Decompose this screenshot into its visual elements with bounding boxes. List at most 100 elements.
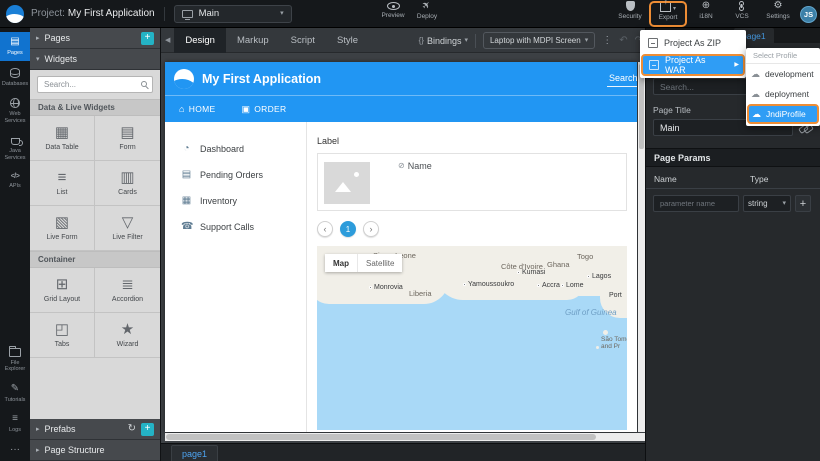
submenu-item-deployment[interactable]: ☁ deployment [746,84,820,104]
wavemaker-logo-icon[interactable] [6,5,24,23]
design-toolbar: ◀ Design Markup Script Style {} Bindings… [161,28,645,53]
map-label-city: Lagos [587,273,611,280]
sidenav-support-calls[interactable]: ☎ Support Calls [165,214,306,240]
rail-item-web-services[interactable]: Web Services [0,93,30,128]
map-type-map-button[interactable]: Map [325,254,357,272]
rail-item-apis[interactable]: </> APIs [0,168,30,194]
topbar-right-actions: Security ▾ Export ⊕ i18N VCS ⚙ Settings … [613,1,817,27]
menu-item-project-as-zip[interactable]: Project As ZIP [640,32,746,54]
i18n-button[interactable]: ⊕ i18N [689,1,723,27]
project-prefix: Project: [31,8,65,19]
rail-more-button[interactable]: ··· [0,440,30,459]
submenu-header: Select Profile [746,48,820,64]
export-label: Export [659,14,678,21]
bindings-dropdown[interactable]: {} Bindings ▾ [419,36,468,46]
rail-item-databases[interactable]: Databases [0,63,30,92]
widget-live-filter[interactable]: ▽ Live Filter [95,206,160,251]
preview-button[interactable]: Preview [376,1,410,27]
page-selector-dropdown[interactable]: Main ▾ [174,5,292,23]
widget-accordion[interactable]: ≣ Accordion [95,268,160,313]
search-icon [141,81,147,87]
rail-item-file-explorer[interactable]: File Explorer [0,341,30,377]
lines-icon: ≡ [12,414,18,424]
submenu-item-development[interactable]: ☁ development [746,64,820,84]
collapse-left-panel-icon[interactable]: ◀ [161,37,174,44]
page-structure-panel-header[interactable]: ▸ Page Structure [30,440,160,461]
app-nav-order[interactable]: ▣ ORDER [241,104,286,114]
sidenav-pending-orders[interactable]: ▤ Pending Orders [165,162,306,188]
map-label-water: Gulf of Guinea [565,308,617,317]
security-button[interactable]: Security [613,1,647,27]
tab-markup[interactable]: Markup [226,28,280,53]
map-type-satellite-button[interactable]: Satellite [357,254,402,272]
pagination-prev-button[interactable]: ‹ [317,221,333,237]
rail-item-tutorials[interactable]: ✎ Tutorials [0,379,30,408]
user-avatar[interactable]: JS [800,6,817,23]
chevron-down-icon: ▾ [585,37,589,44]
add-prefab-button[interactable]: + [141,423,154,436]
scrollbar-thumb[interactable] [166,434,596,440]
design-toolbar-right: {} Bindings ▾ Laptop with MDPI Screen ▾ … [419,28,643,53]
widget-search-input[interactable] [38,80,152,89]
tab-design[interactable]: Design [174,28,226,53]
page-params-section-header[interactable]: Page Params [646,148,820,167]
pages-panel-header[interactable]: ▸ Pages + [30,28,160,49]
deploy-button[interactable]: ✈ Deploy [410,1,444,27]
device-dropdown[interactable]: Laptop with MDPI Screen ▾ [483,32,595,49]
pagination-next-button[interactable]: › [363,221,379,237]
submenu-item-jndiprofile[interactable]: ☁ JndiProfile [747,104,819,124]
undo-icon[interactable]: ↶ [619,36,627,46]
branch-icon [738,1,747,11]
sidenav-inventory[interactable]: ▦ Inventory [165,188,306,214]
wizard-icon: ★ [121,322,134,337]
param-type-select[interactable]: string ▾ [743,195,791,212]
app-logo-icon [174,69,194,89]
page-tab-page1[interactable]: page1 [171,445,218,461]
refresh-icon[interactable]: ↻ [128,424,136,434]
map-label-city: Lome [561,282,584,289]
security-label: Security [618,13,641,20]
prefabs-panel-header[interactable]: ▸ Prefabs ↻ + [30,419,160,440]
rail-item-java-services[interactable]: Java Services [0,130,30,165]
pagination-page-1[interactable]: 1 [340,221,356,237]
rail-item-pages[interactable]: ▤ Pages [0,32,30,61]
widget-list[interactable]: ≡ List [30,161,95,206]
widget-data-table[interactable]: ▦ Data Table [30,116,95,161]
widget-cards[interactable]: ▥ Cards [95,161,160,206]
rail-item-logs[interactable]: ≡ Logs [0,409,30,438]
widgets-panel-header[interactable]: ▾ Widgets [30,49,160,70]
widget-grid-layout[interactable]: ⊞ Grid Layout [30,268,95,313]
kebab-menu-icon[interactable]: ⋮ [602,36,612,46]
widget-tabs[interactable]: ◰ Tabs [30,313,95,358]
app-nav-home[interactable]: ⌂ HOME [179,104,215,114]
label-widget[interactable]: Label [317,136,627,146]
cloud-icon: ☁ [751,70,760,79]
code-icon: </> [11,173,20,180]
tab-script[interactable]: Script [280,28,326,53]
export-button[interactable]: ▾ Export [649,1,687,27]
app-search-field[interactable]: Search [607,73,637,87]
sidenav-dashboard[interactable]: ◔ Dashboard [165,136,306,162]
panel-filler [30,358,160,419]
live-form-icon: ▧ [55,215,69,230]
list-item-template[interactable]: ⊘ Name [317,153,627,211]
param-name-input[interactable] [653,195,739,212]
add-page-button[interactable]: + [141,32,154,45]
settings-button[interactable]: ⚙ Settings [761,1,795,27]
tab-style[interactable]: Style [326,28,369,53]
widget-live-form[interactable]: ▧ Live Form [30,206,95,251]
vertical-scrollbar[interactable] [638,62,645,432]
widget-wizard[interactable]: ★ Wizard [95,313,160,358]
widget-search-box[interactable] [37,76,153,93]
horizontal-scrollbar[interactable] [165,433,645,441]
activity-rail: ▤ Pages Databases Web Services Java Serv… [0,28,30,461]
menu-item-project-as-war[interactable]: Project As WAR ▶ [641,54,745,76]
app-sidenav: ◔ Dashboard ▤ Pending Orders ▦ Inventory [165,122,307,432]
widget-form[interactable]: ▤ Form [95,116,160,161]
app-preview[interactable]: My First Application Search ⌂ HOME ▣ ORD… [165,62,637,432]
add-param-button[interactable]: + [795,195,811,212]
google-map[interactable]: Map Satellite Sierra Leone Monrovia Libe… [317,246,627,430]
vcs-button[interactable]: VCS [725,1,759,27]
preview-label: Preview [381,12,404,19]
document-icon: ▤ [181,170,192,180]
